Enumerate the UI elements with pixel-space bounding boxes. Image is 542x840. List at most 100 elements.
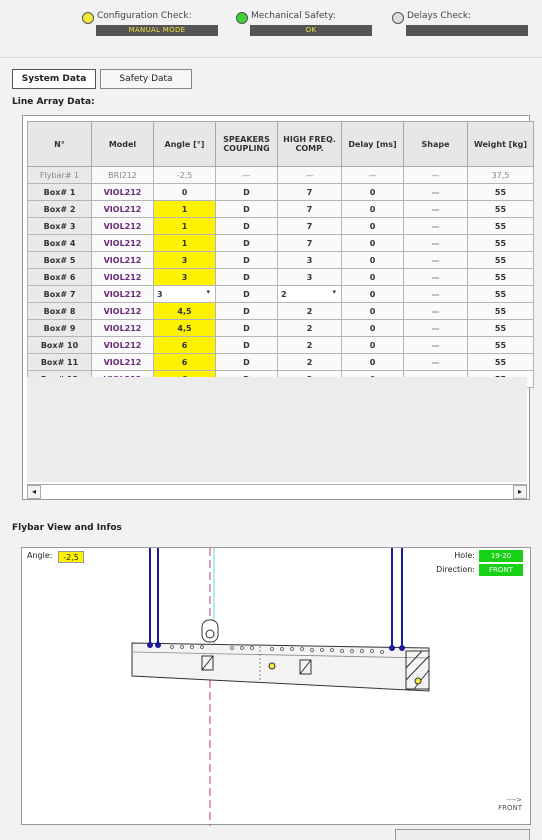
cell-weight: 55 [467, 200, 534, 218]
cell-hf[interactable]: 2 [277, 353, 342, 371]
table-empty-area [27, 377, 527, 482]
cell-model: VIOL212 [91, 234, 154, 252]
cell-shape: — [403, 251, 468, 269]
column-header: Weight [kg] [467, 121, 534, 167]
cell-n: Flybar# 1 [27, 166, 92, 184]
column-header: Model [91, 121, 154, 167]
cell-angle[interactable]: 1 [153, 200, 216, 218]
cell-n: Box# 7 [27, 285, 92, 303]
cell-weight: 55 [467, 285, 534, 303]
table-row[interactable]: Box# 5 VIOL212 3 D 3 0—55 [27, 251, 534, 269]
cell-hf[interactable]: 2 [277, 319, 342, 337]
cell-angle[interactable]: 1 [153, 234, 216, 252]
cell-hf[interactable]: 7 [277, 183, 342, 201]
cell-model: BRI212 [91, 166, 154, 184]
table-row[interactable]: Box# 11 VIOL212 6 D 2 0—55 [27, 353, 534, 371]
flybar-body [131, 642, 430, 692]
cell-n: Box# 5 [27, 251, 92, 269]
dropdown-value: 3 [157, 289, 163, 299]
table-row[interactable]: Box# 1 VIOL212 0 D 7 0—55 [27, 183, 534, 201]
cell-delay: 0 [341, 336, 404, 354]
cell-shape: — [403, 319, 468, 337]
cell-weight: 55 [467, 319, 534, 337]
bottom-toolbar-stub [395, 829, 530, 840]
cell-shape: — [403, 353, 468, 371]
chevron-down-icon[interactable]: ▾ [206, 288, 210, 296]
cell-shape: — [403, 285, 468, 303]
table-row[interactable]: Box# 4 VIOL212 1 D 7 0—55 [27, 234, 534, 252]
cell-model: VIOL212 [91, 302, 154, 320]
table-row[interactable]: Box# 10 VIOL212 6 D 2 0—55 [27, 336, 534, 354]
yellow-marker-end [414, 677, 422, 685]
delays-status-lamp-icon [392, 12, 404, 24]
cell-model: VIOL212 [91, 183, 154, 201]
hole-label: Hole: [454, 551, 475, 560]
cell-coupling: D [215, 234, 278, 252]
column-header: HIGH FREQ. COMP. [277, 121, 342, 167]
cell-model: VIOL212 [91, 285, 154, 303]
dropdown-value: 2 [281, 289, 287, 299]
horizontal-scrollbar[interactable]: ◂ ▸ [27, 484, 527, 499]
cell-hf[interactable]: 3 [277, 268, 342, 286]
cell-angle[interactable]: 4,5 [153, 302, 216, 320]
cell-coupling: D [215, 285, 278, 303]
cell-coupling: D [215, 217, 278, 235]
cell-weight: 55 [467, 302, 534, 320]
cell-hf[interactable]: 7 [277, 200, 342, 218]
cell-angle[interactable]: -2,5 [153, 166, 216, 184]
direction-value: FRONT [479, 564, 523, 576]
cell-hf[interactable]: 7 [277, 234, 342, 252]
line-array-table: N° Model Angle [°] SPEAKERS COUPLING HIGH FR… [27, 121, 534, 388]
cell-hf[interactable]: 3 [277, 251, 342, 269]
table-row[interactable]: Box# 8 VIOL212 4,5 D 2 0—55 [27, 302, 534, 320]
cell-weight: 55 [467, 234, 534, 252]
column-header: Angle [°] [153, 121, 216, 167]
scroll-right-icon[interactable]: ▸ [513, 485, 527, 499]
hole-value: 19-20 [479, 550, 523, 562]
cell-hf[interactable]: 2 [277, 336, 342, 354]
table-row[interactable]: Box# 9 VIOL212 4,5 D 2 0—55 [27, 319, 534, 337]
table-row[interactable]: Box# 7 VIOL212 3 ▾ D 2 ▾ 0—55 [27, 285, 534, 303]
cell-model: VIOL212 [91, 217, 154, 235]
table-row[interactable]: Box# 3 VIOL212 1 D 7 0—55 [27, 217, 534, 235]
cell-n: Box# 11 [27, 353, 92, 371]
cell-delay: 0 [341, 268, 404, 286]
table-row[interactable]: Box# 2 VIOL212 1 D 7 0—55 [27, 200, 534, 218]
cell-coupling: D [215, 251, 278, 269]
pick-point-left-1 [147, 642, 153, 648]
cell-hf[interactable]: 2 ▾ [277, 285, 342, 303]
cell-angle[interactable]: 3 [153, 251, 216, 269]
cell-coupling: — [215, 166, 278, 184]
cell-hf[interactable]: 2 [277, 302, 342, 320]
cell-angle[interactable]: 6 [153, 336, 216, 354]
cell-shape: — [403, 336, 468, 354]
cell-shape: — [403, 200, 468, 218]
cell-coupling: D [215, 319, 278, 337]
cell-hf[interactable]: 7 [277, 217, 342, 235]
cell-delay: 0 [341, 285, 404, 303]
cell-weight: 55 [467, 268, 534, 286]
tab-safety-data[interactable]: Safety Data [100, 69, 192, 89]
cell-angle[interactable]: 4,5 [153, 319, 216, 337]
table-row[interactable]: Flybar# 1 BRI212 -2,5— — — —37,5 [27, 166, 534, 184]
cell-weight: 37,5 [467, 166, 534, 184]
cell-delay: 0 [341, 302, 404, 320]
cell-angle[interactable]: 0 [153, 183, 216, 201]
cell-angle[interactable]: 3 ▾ [153, 285, 216, 303]
chevron-down-icon[interactable]: ▾ [332, 288, 336, 296]
pick-point-left-2 [155, 642, 161, 648]
tab-system-data[interactable]: System Data [12, 69, 96, 89]
cell-model: VIOL212 [91, 353, 154, 371]
mechanical-safety-label: Mechanical Safety: [251, 11, 336, 21]
delays-check-value [406, 25, 528, 36]
table-row[interactable]: Box# 6 VIOL212 3 D 3 0—55 [27, 268, 534, 286]
yellow-marker-center [268, 662, 276, 670]
cell-delay: — [341, 166, 404, 184]
cell-angle[interactable]: 1 [153, 217, 216, 235]
scroll-left-icon[interactable]: ◂ [27, 485, 41, 499]
front-label: FRONT [498, 804, 522, 812]
cell-angle[interactable]: 3 [153, 268, 216, 286]
cell-angle[interactable]: 6 [153, 353, 216, 371]
cell-hf[interactable]: — [277, 166, 342, 184]
pick-point-right-2 [399, 645, 405, 651]
